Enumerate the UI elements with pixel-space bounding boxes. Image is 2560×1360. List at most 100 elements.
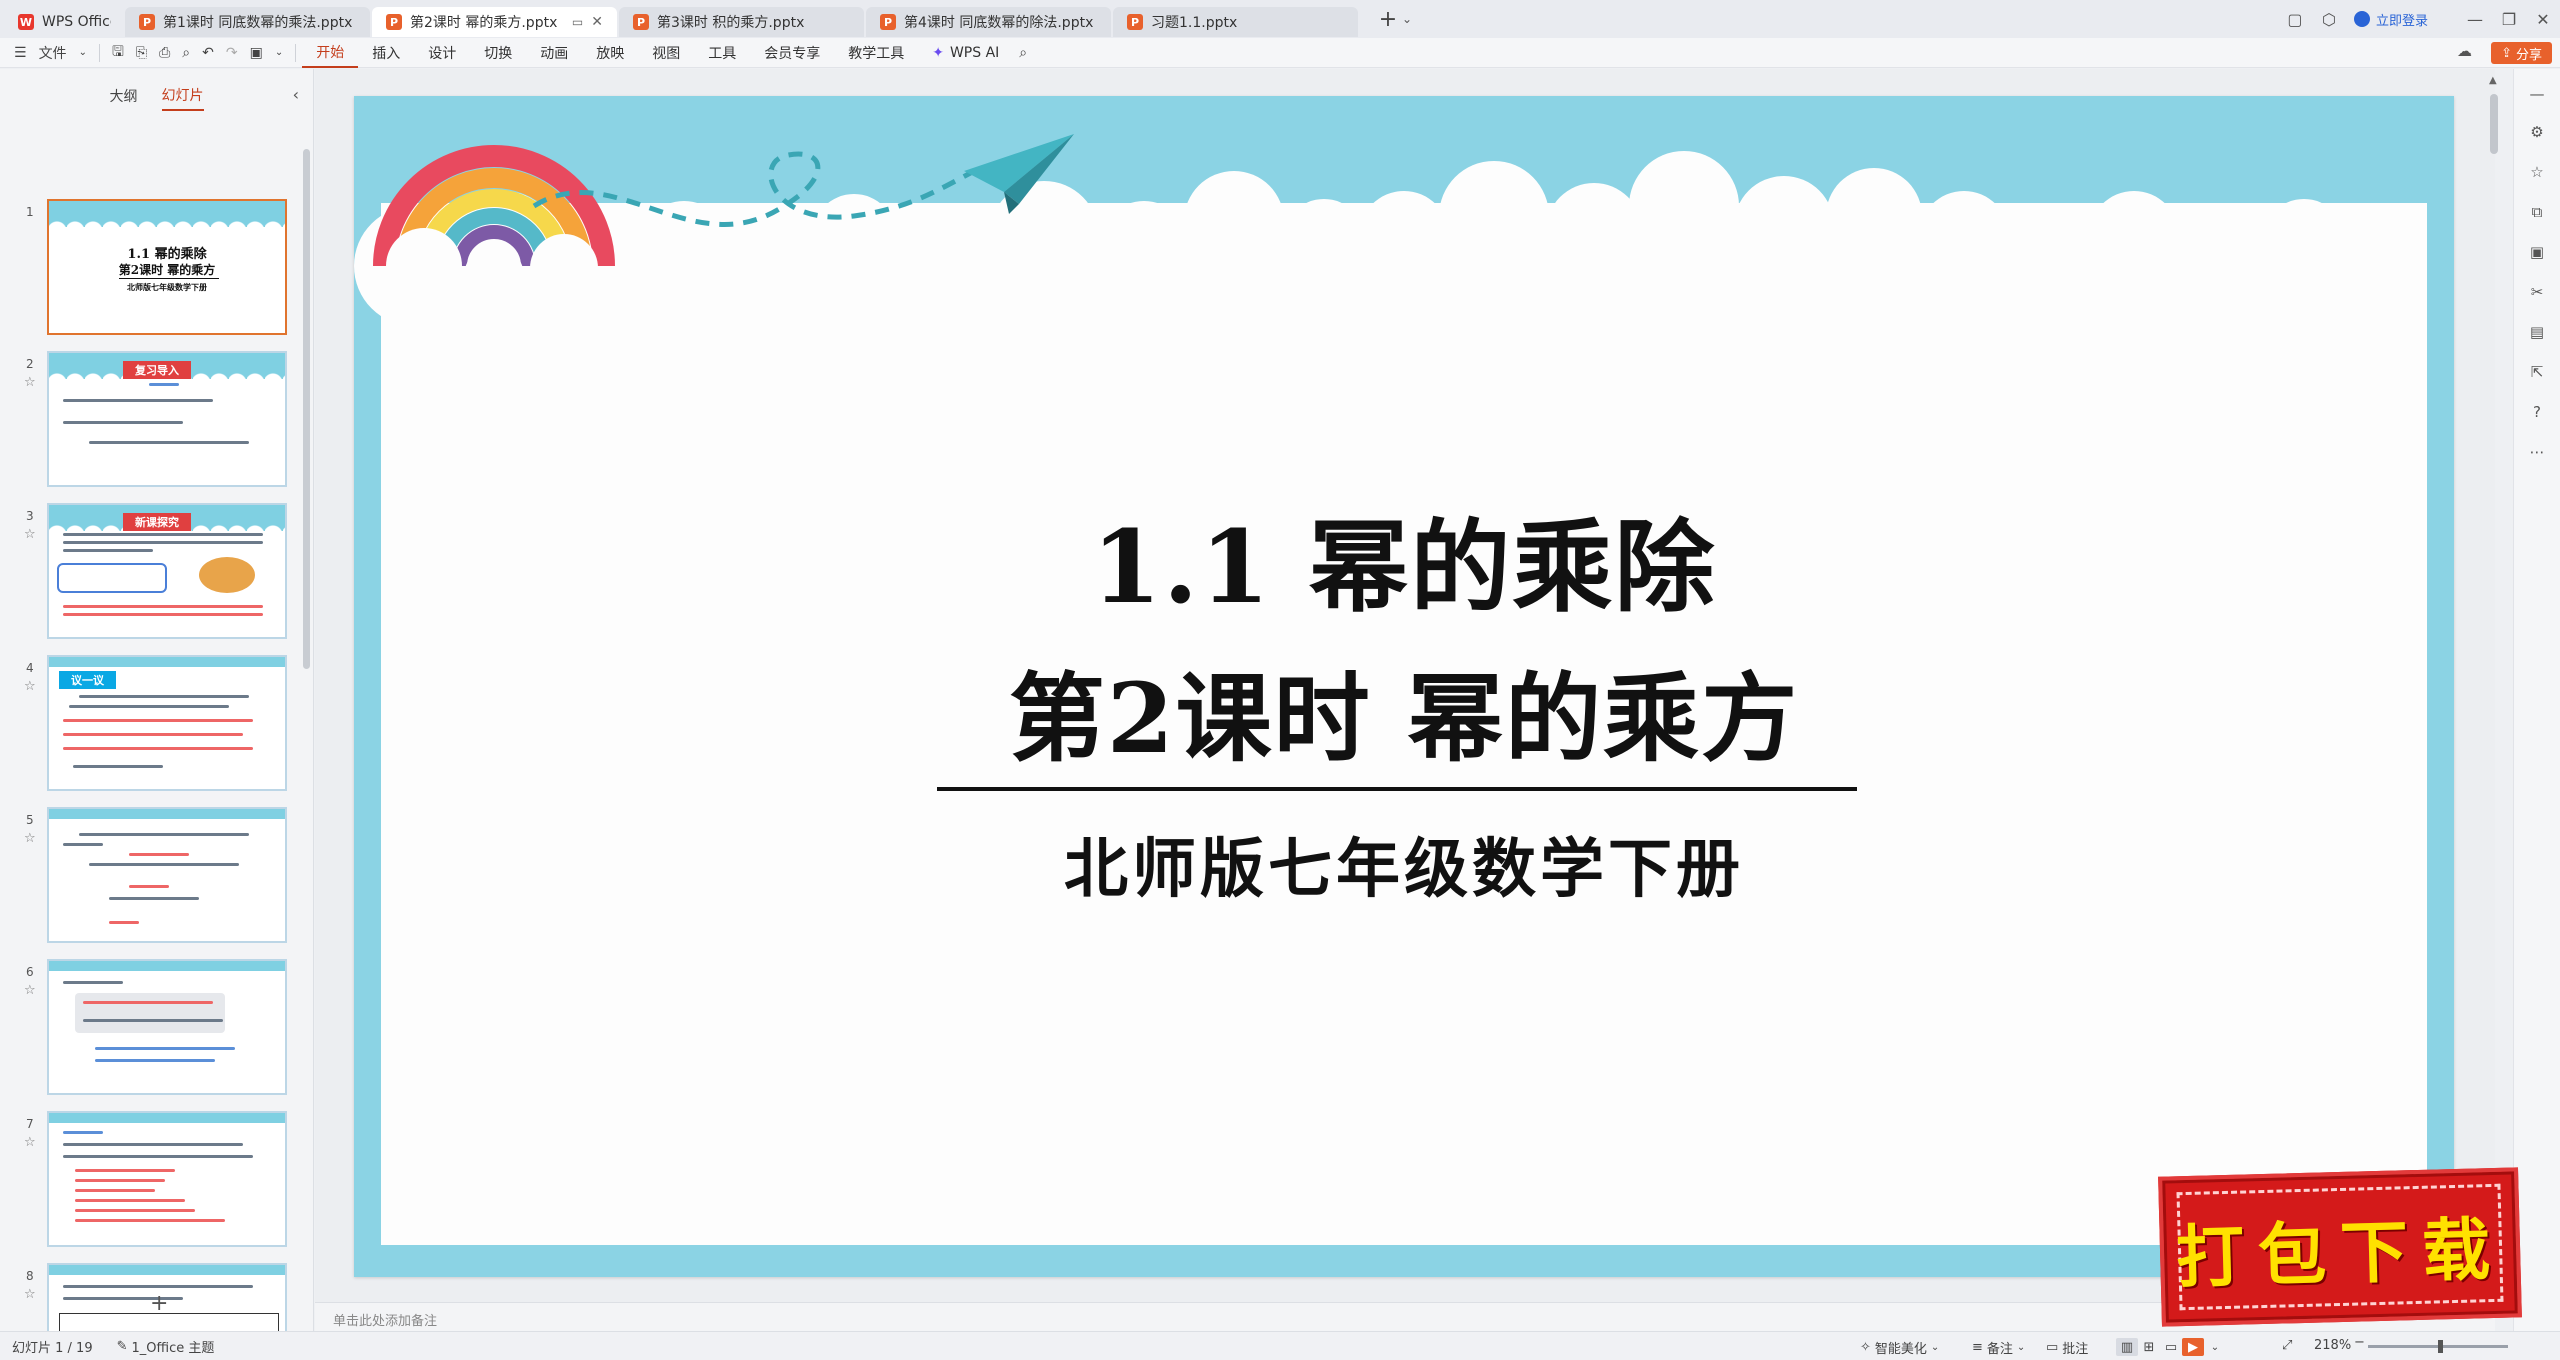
- tab-slides[interactable]: 幻灯片: [161, 81, 204, 111]
- slide-thumbnail-6[interactable]: [47, 959, 287, 1095]
- login-button[interactable]: 立即登录: [2353, 10, 2428, 29]
- slide-subtitle[interactable]: 北师版七年级数学下册: [354, 818, 2454, 910]
- current-slide[interactable]: 1.1 幂的乘除 第2课时 幂的乘方 北师版七年级数学下册: [354, 96, 2454, 1277]
- chevron-down-icon[interactable]: ⌄: [2204, 1338, 2226, 1356]
- hamburger-icon[interactable]: ☰: [8, 40, 33, 66]
- slide-lesson-title[interactable]: 第2课时 幂的乘方: [354, 641, 2454, 780]
- star-icon[interactable]: ☆: [24, 1287, 36, 1302]
- collapse-panel-icon[interactable]: ‹: [293, 85, 299, 104]
- zoom-level[interactable]: 218%: [2314, 1338, 2351, 1353]
- tab-doc-4[interactable]: P 第4课时 同底数幂的除法.pptx: [866, 7, 1111, 37]
- slide-thumbnail-2[interactable]: 复习导入: [47, 351, 287, 487]
- close-tab-icon[interactable]: ✕: [591, 14, 603, 30]
- zoom-slider[interactable]: −: [2354, 1335, 2516, 1353]
- magic-tools-icon[interactable]: ✂: [2526, 281, 2548, 303]
- thumbnail-row[interactable]: 4 ☆ 议一议: [0, 655, 300, 795]
- normal-view-icon[interactable]: ▥: [2116, 1338, 2138, 1356]
- menu-animation[interactable]: 动画: [526, 38, 582, 68]
- star-outline-icon[interactable]: ☆: [2526, 161, 2548, 183]
- window-layout-icon[interactable]: ▢: [2278, 4, 2312, 34]
- star-icon[interactable]: ☆: [24, 1135, 36, 1150]
- star-icon[interactable]: ☆: [24, 679, 36, 694]
- settings-sliders-icon[interactable]: ⚙: [2526, 121, 2548, 143]
- slide-thumbnail-1[interactable]: 1.1 幂的乘除 第2课时 幂的乘方 北师版七年级数学下册: [47, 199, 287, 335]
- chevron-down-icon[interactable]: ⌄: [269, 40, 289, 66]
- star-icon[interactable]: ☆: [24, 983, 36, 998]
- menu-slideshow[interactable]: 放映: [582, 38, 638, 68]
- chevron-down-icon[interactable]: ⌄: [73, 40, 93, 66]
- minimize-icon[interactable]: —: [2458, 4, 2492, 34]
- scroll-up-icon[interactable]: ▲: [2489, 75, 2497, 86]
- slideshow-play-icon[interactable]: ▶: [2182, 1338, 2204, 1356]
- book-icon[interactable]: ▤: [2526, 321, 2548, 343]
- menu-member[interactable]: 会员专享: [750, 38, 834, 68]
- zoom-track[interactable]: [2368, 1340, 2508, 1353]
- share-button[interactable]: ⇪ 分享: [2491, 42, 2552, 64]
- monitor-icon[interactable]: ▭: [572, 15, 583, 29]
- thumbnail-row[interactable]: 1 1.1 幂的乘除 第2课时 幂的乘方 北师版七年级数学下册: [0, 199, 300, 339]
- fit-window-icon[interactable]: ⤢: [2282, 1338, 2292, 1353]
- undo-icon[interactable]: ↶: [196, 40, 220, 66]
- star-icon[interactable]: ☆: [24, 527, 36, 542]
- image-edit-icon[interactable]: ▣: [2526, 241, 2548, 263]
- slide-title[interactable]: 1.1 幂的乘除: [354, 486, 2454, 631]
- theme-icon: ✎: [116, 1338, 128, 1354]
- thumbnail-row[interactable]: 5 ☆: [0, 807, 300, 947]
- menu-design[interactable]: 设计: [414, 38, 470, 68]
- tab-doc-2[interactable]: P 第2课时 幂的乘方.pptx ▭ ✕: [372, 7, 617, 37]
- editor-scrollbar[interactable]: [2490, 94, 2498, 154]
- slide-sorter-icon[interactable]: ⊞: [2138, 1338, 2160, 1356]
- menu-wps-ai[interactable]: ✦ WPS AI: [918, 38, 1013, 68]
- add-slide-button[interactable]: +: [150, 1291, 168, 1316]
- thumbnail-scrollbar[interactable]: [303, 149, 310, 669]
- menu-insert[interactable]: 插入: [358, 38, 414, 68]
- beautify-button[interactable]: ✧ 智能美化 ⌄: [1860, 1338, 1939, 1357]
- help-icon[interactable]: ?: [2526, 401, 2548, 423]
- format-painter-icon[interactable]: ▣: [244, 40, 269, 66]
- tab-doc-1[interactable]: P 第1课时 同底数幂的乘法.pptx: [125, 7, 370, 37]
- slide-thumbnail-4[interactable]: 议一议: [47, 655, 287, 791]
- copy-icon[interactable]: ⧉: [2526, 201, 2548, 223]
- tab-doc-3[interactable]: P 第3课时 积的乘方.pptx: [619, 7, 864, 37]
- menu-transition[interactable]: 切换: [470, 38, 526, 68]
- notes-toggle-button[interactable]: ≡ 备注 ⌄: [1972, 1338, 2025, 1357]
- right-toolbar: — ⚙ ☆ ⧉ ▣ ✂ ▤ ⇱ ? ⋯: [2513, 69, 2560, 1331]
- menu-view[interactable]: 视图: [638, 38, 694, 68]
- thumbnail-row[interactable]: 3 ☆ 新课探究: [0, 503, 300, 643]
- tab-wps-home[interactable]: W WPS Office: [0, 7, 125, 37]
- more-icon[interactable]: ⋯: [2526, 441, 2548, 463]
- slide-thumbnail-5[interactable]: [47, 807, 287, 943]
- close-window-icon[interactable]: ✕: [2526, 4, 2560, 34]
- star-icon[interactable]: ☆: [24, 375, 36, 390]
- slide-thumbnail-3[interactable]: 新课探究: [47, 503, 287, 639]
- file-menu[interactable]: 文件: [33, 40, 73, 66]
- cloud-sync-icon[interactable]: ☁: [2457, 42, 2472, 60]
- thumbnail-row[interactable]: 6 ☆: [0, 959, 300, 1099]
- menu-home[interactable]: 开始: [302, 38, 359, 68]
- zoom-knob[interactable]: [2438, 1340, 2443, 1353]
- cube-icon[interactable]: ⬡: [2312, 4, 2346, 34]
- theme-button[interactable]: ✎ 1_Office 主题: [117, 1337, 215, 1356]
- export-icon[interactable]: ⎘: [130, 40, 153, 66]
- tab-outline[interactable]: 大纲: [110, 82, 138, 110]
- restore-icon[interactable]: ❐: [2492, 4, 2526, 34]
- thumbnail-row[interactable]: 7 ☆: [0, 1111, 300, 1251]
- reading-view-icon[interactable]: ▭: [2160, 1338, 2182, 1356]
- star-icon[interactable]: ☆: [24, 831, 36, 846]
- tab-doc-5[interactable]: P 习题1.1.pptx: [1113, 7, 1358, 37]
- print-preview-icon[interactable]: ⌕: [176, 40, 196, 66]
- print-icon[interactable]: ⎙: [153, 40, 176, 66]
- menu-teaching-tools[interactable]: 教学工具: [834, 38, 918, 68]
- zoom-out-icon[interactable]: −: [2354, 1335, 2365, 1350]
- slide-thumbnail-7[interactable]: [47, 1111, 287, 1247]
- minimize-panel-icon[interactable]: —: [2526, 83, 2548, 105]
- share-export-icon[interactable]: ⇱: [2526, 361, 2548, 383]
- menu-tools[interactable]: 工具: [694, 38, 750, 68]
- save-icon[interactable]: 🖫: [106, 40, 130, 66]
- redo-icon[interactable]: ↷: [220, 40, 244, 66]
- search-icon[interactable]: ⌕: [1013, 40, 1033, 66]
- thumbnail-row[interactable]: 2 ☆ 复习导入: [0, 351, 300, 491]
- comment-button[interactable]: ▭ 批注: [2046, 1338, 2088, 1357]
- tab-list-chevron-icon[interactable]: ⌄: [1402, 12, 1418, 26]
- new-tab-button[interactable]: +: [1374, 7, 1402, 32]
